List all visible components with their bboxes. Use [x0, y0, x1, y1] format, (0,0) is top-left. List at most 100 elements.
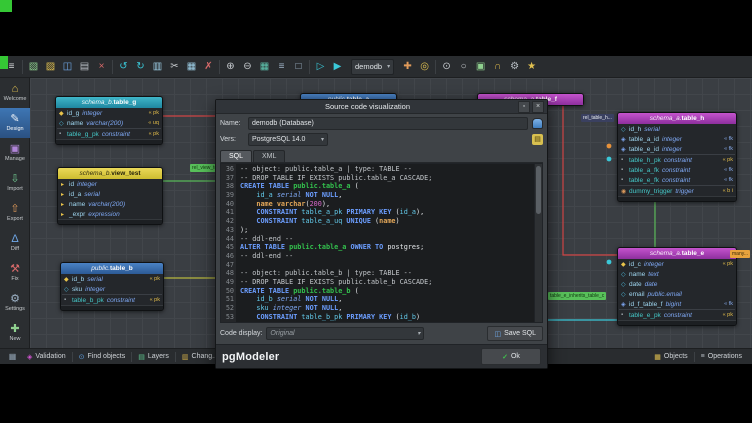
cut-icon[interactable]: ✂ [166, 58, 183, 75]
dialog-title-bar[interactable]: Source code visualization ▫ × [216, 100, 547, 114]
run-export-icon[interactable]: ▶ [329, 58, 346, 75]
sidebar-item-import[interactable]: ⇩Import [0, 168, 30, 198]
align-objects-icon[interactable]: ≡ [273, 58, 290, 75]
table-b[interactable]: public.table_b◆id_bserial« pk◇skuinteger… [60, 262, 164, 311]
close-icon[interactable]: × [532, 101, 544, 113]
undo-icon[interactable]: ↺ [115, 58, 132, 75]
table-row[interactable]: ▪table_e_fkconstraint« fk [618, 175, 736, 185]
table-row[interactable]: ▪table_b_pkconstraint« pk [61, 295, 163, 305]
table-row[interactable]: ▪table_a_fkconstraint« fk [618, 165, 736, 175]
open-model-icon[interactable]: ▨ [42, 58, 59, 75]
scrollbar-thumb[interactable] [536, 166, 541, 214]
row-name: date [629, 281, 642, 288]
ok-button[interactable]: ✓ Ok [481, 348, 541, 365]
version-combo[interactable]: PostgreSQL 14.0 ▾ [248, 133, 328, 146]
find-objects-tab[interactable]: ⊙Find objects [73, 350, 132, 364]
status-tab-label: Validation [35, 353, 65, 360]
row-marker: « b i [719, 188, 733, 194]
sidebar-item-label: Settings [5, 306, 25, 312]
table-g[interactable]: schema_b.table_g◆id_ginteger« pk◇namevar… [55, 96, 163, 145]
sidebar-item-diff[interactable]: ΔDiff [0, 228, 30, 258]
table-row[interactable]: ◇id_hserial [618, 124, 736, 134]
table-row[interactable]: ◉dummy_triggertrigger« b i [618, 186, 736, 196]
table-row[interactable]: ◇namevarchar(200)« uq [56, 118, 162, 128]
operations-tab[interactable]: ≡Operations [695, 350, 748, 364]
table-row[interactable]: ◈id_f_table_fbigint« fk [618, 299, 736, 309]
table-row[interactable]: ◇skuinteger [61, 284, 163, 294]
sidebar-item-welcome[interactable]: ⌂Welcome [0, 78, 30, 108]
sidebar-item-manage[interactable]: ▣Manage [0, 138, 30, 168]
table-row[interactable]: ▸_exprexpression [58, 209, 162, 219]
inherits-label[interactable]: table_e_inherits_table_c [548, 292, 606, 300]
find-icon[interactable]: ⊙ [438, 58, 455, 75]
tab-sql[interactable]: SQL [220, 150, 252, 162]
table-row[interactable]: ▪table_h_pkconstraint« pk [618, 155, 736, 165]
table-e[interactable]: schema_a.table_e◆id_cinteger« pk◇nametex… [617, 247, 737, 326]
delete-icon[interactable]: ✗ [200, 58, 217, 75]
row-type: serial [84, 191, 100, 198]
table-row[interactable]: ◆id_bserial« pk [61, 274, 163, 284]
zoom-in-icon[interactable]: ⊕ [222, 58, 239, 75]
line-number: 40 [221, 200, 234, 209]
connection-point-cyan[interactable] [607, 157, 612, 162]
rel-table-h-label[interactable]: rel_table_h... [581, 114, 614, 122]
run-validation-icon[interactable]: ▷ [312, 58, 329, 75]
copy-icon[interactable]: ▥ [149, 58, 166, 75]
zoom-fit-icon[interactable]: ○ [455, 58, 472, 75]
zoom-out-icon[interactable]: ⊖ [239, 58, 256, 75]
table-footer [618, 196, 736, 201]
magnet-icon[interactable]: ∩ [489, 58, 506, 75]
canvas-grid-icon[interactable]: ▦ [4, 348, 21, 365]
save-model-icon[interactable]: ◫ [59, 58, 76, 75]
expand-canvas-icon[interactable]: □ [290, 58, 307, 75]
table-row[interactable]: ◈table_e_idinteger« fk [618, 144, 736, 154]
connection-point-teal[interactable] [607, 260, 612, 265]
close-model-icon[interactable]: × [93, 58, 110, 75]
syntax-config-icon[interactable]: ▤ [532, 134, 543, 145]
table-row[interactable]: ▸namevarchar(200) [58, 199, 162, 209]
sidebar-item-settings[interactable]: ⚙Settings [0, 288, 30, 318]
table-row[interactable]: ◇emailpublic.email [618, 289, 736, 299]
save-sql-button[interactable]: ◫ Save SQL [487, 326, 543, 341]
paste-icon[interactable]: ▦ [183, 58, 200, 75]
pin-icon[interactable]: ▫ [518, 101, 530, 113]
sidebar-item-fix[interactable]: ⚒Fix [0, 258, 30, 288]
show-grid-icon[interactable]: ▦ [256, 58, 273, 75]
sql-source-icon[interactable]: ◎ [416, 58, 433, 75]
validation-tab[interactable]: ◈Validation [21, 350, 72, 364]
code-scrollbar[interactable] [534, 164, 542, 322]
redo-icon[interactable]: ↻ [132, 58, 149, 75]
code-display-combo[interactable]: Original ▾ [266, 327, 424, 340]
connection-point-orange[interactable] [607, 144, 612, 149]
objects-tab[interactable]: ▦Objects [648, 350, 693, 364]
table-row[interactable]: ▸id_aserial [58, 189, 162, 199]
sidebar-item-export[interactable]: ⇧Export [0, 198, 30, 228]
table-row[interactable]: ◆id_cinteger« pk [618, 259, 736, 269]
tab-xml[interactable]: XML [253, 150, 285, 162]
table-row[interactable]: ▪table_g_pkconstraint« pk [56, 129, 162, 139]
code-area[interactable]: 363738394041424344454647484950515253 -- … [220, 163, 543, 323]
overview-icon[interactable]: ▣ [472, 58, 489, 75]
table-row[interactable]: ◆id_ginteger« pk [56, 108, 162, 118]
many-label[interactable]: many... [730, 250, 750, 258]
view-test[interactable]: schema_b.view_test▸idinteger▸id_aserial▸… [57, 167, 163, 225]
gear-icon[interactable]: ⚙ [506, 58, 523, 75]
sidebar-item-design[interactable]: ✎Design [0, 108, 30, 138]
table-row[interactable]: ◈table_a_idinteger« fk [618, 134, 736, 144]
table-row[interactable]: ▸idinteger [58, 179, 162, 189]
relationship-line-red-right[interactable] [563, 100, 617, 255]
layers-tab[interactable]: ▤Layers [132, 350, 175, 364]
table-row[interactable]: ◇datedate [618, 279, 736, 289]
print-icon[interactable]: ▤ [76, 58, 93, 75]
model-combo[interactable]: demodb ▾ [351, 59, 394, 75]
sidebar-item-new[interactable]: ✚New [0, 318, 30, 348]
constraint-icon: ▪ [64, 297, 72, 303]
table-row[interactable]: ▪table_e_pkconstraint« pk [618, 310, 736, 320]
table-h[interactable]: schema_a.table_h◇id_hserial◈table_a_idin… [617, 112, 737, 202]
sidebar-item-label: New [9, 336, 20, 342]
table-row[interactable]: ◇nametext [618, 269, 736, 279]
donate-icon[interactable]: ★ [523, 58, 540, 75]
new-object-icon[interactable]: ✚ [399, 58, 416, 75]
new-model-icon[interactable]: ▧ [25, 58, 42, 75]
code-line: id_a serial NOT NULL, [240, 191, 542, 200]
